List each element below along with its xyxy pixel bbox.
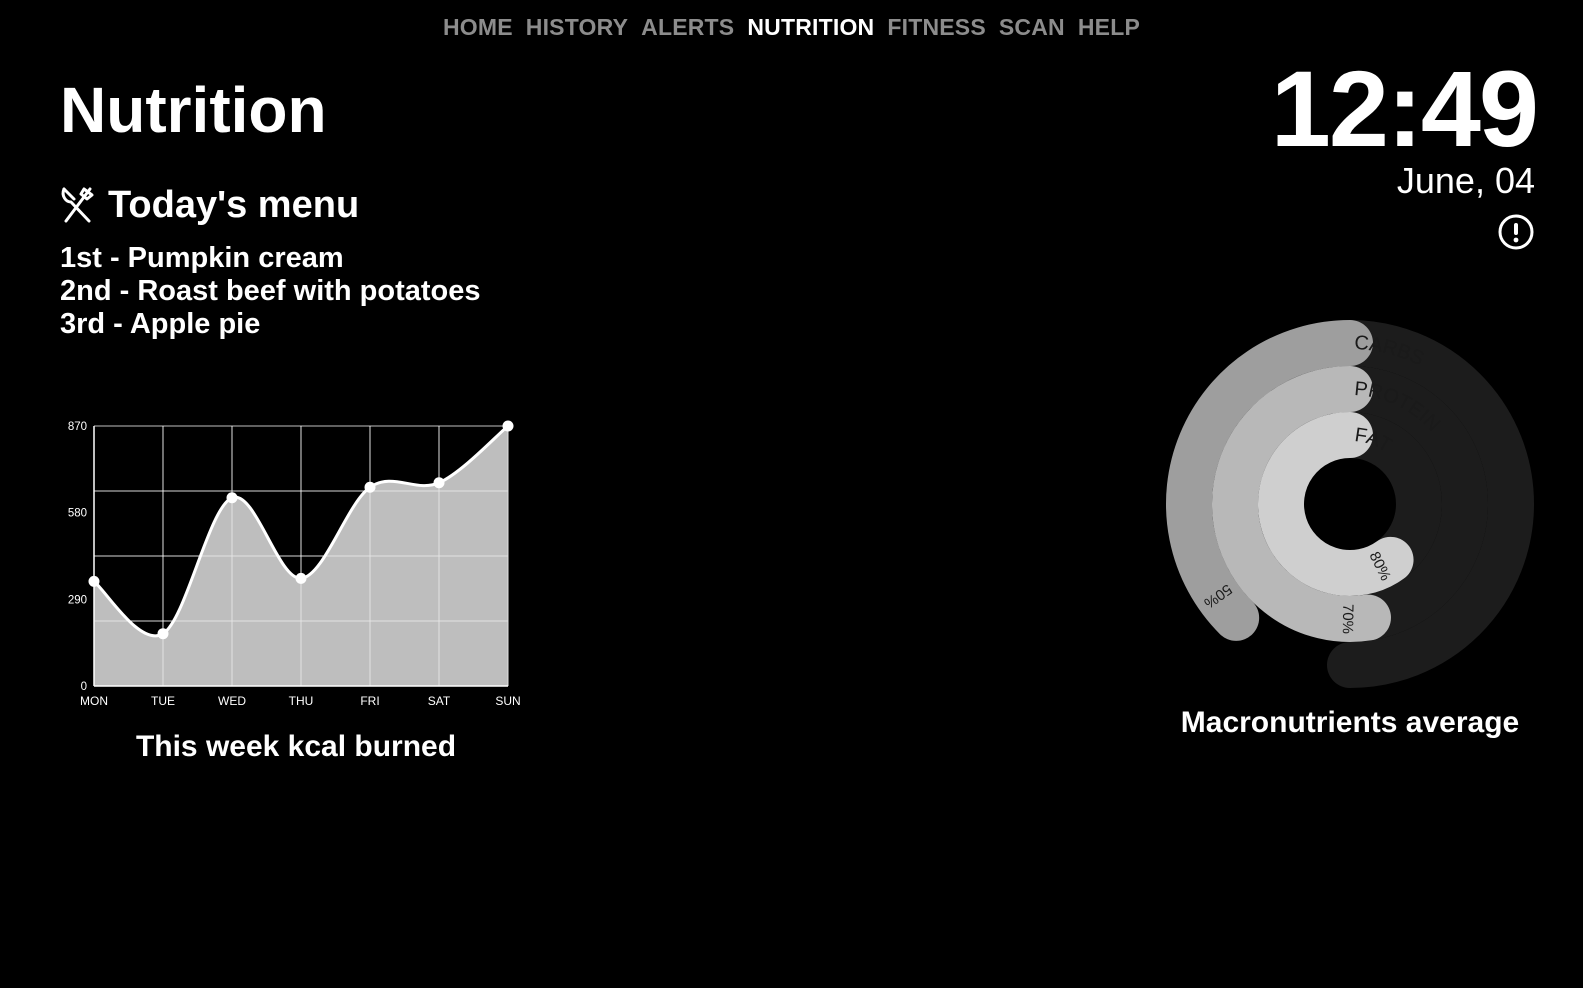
kcal-point: [157, 628, 169, 640]
x-tick-label: FRI: [360, 694, 379, 708]
kcal-point: [226, 492, 238, 504]
menu-item: 1st - Pumpkin cream: [60, 242, 344, 274]
macronutrients-chart: CARBS50%PROTEIN70%FAT80%: [1166, 320, 1534, 688]
nav-home[interactable]: HOME: [443, 14, 513, 41]
nav-scan[interactable]: SCAN: [999, 14, 1065, 41]
menu-heading-label: Today's menu: [108, 183, 360, 226]
x-tick-label: WED: [218, 694, 246, 708]
kcal-point: [88, 575, 100, 587]
alert-circle-icon[interactable]: [1498, 214, 1534, 250]
clock-time: 12:49: [1270, 48, 1539, 169]
kcal-chart-caption: This week kcal burned: [135, 730, 457, 763]
page-title: Nutrition: [60, 74, 327, 146]
y-tick-label: 580: [68, 508, 87, 520]
y-tick-label: 870: [68, 421, 87, 433]
nav-history[interactable]: HISTORY: [526, 14, 628, 41]
nav-alerts[interactable]: ALERTS: [641, 14, 734, 41]
kcal-point: [502, 420, 514, 432]
nav-fitness[interactable]: FITNESS: [887, 14, 986, 41]
kcal-point: [433, 477, 445, 489]
nav-help[interactable]: HELP: [1078, 14, 1140, 41]
macronutrients-caption: Macronutrients average: [1180, 706, 1520, 739]
menu-heading: Today's menu: [60, 183, 359, 227]
fork-knife-icon: [61, 187, 94, 223]
x-tick-label: MON: [80, 694, 108, 708]
y-tick-label: 0: [81, 681, 87, 693]
macro-percent-label: 70%: [1339, 604, 1357, 634]
menu-list: 1st - Pumpkin cream 2nd - Roast beef wit…: [60, 242, 481, 341]
x-tick-label: TUE: [151, 694, 175, 708]
x-tick-label: SUN: [495, 694, 520, 708]
menu-item: 2nd - Roast beef with potatoes: [60, 275, 481, 307]
x-tick-label: SAT: [428, 694, 451, 708]
nav-nutrition[interactable]: NUTRITION: [747, 14, 874, 41]
main-nav: HOME HISTORY ALERTS NUTRITION FITNESS SC…: [0, 14, 1583, 41]
kcal-point: [364, 481, 376, 493]
menu-item: 3rd - Apple pie: [60, 308, 261, 340]
clock-date: June, 04: [1396, 160, 1535, 201]
x-tick-label: THU: [289, 694, 314, 708]
y-tick-label: 290: [68, 594, 87, 606]
kcal-point: [295, 572, 307, 584]
kcal-chart: 0 290 580 870 MON TUE WED THU FRI SAT SUN: [68, 420, 521, 708]
